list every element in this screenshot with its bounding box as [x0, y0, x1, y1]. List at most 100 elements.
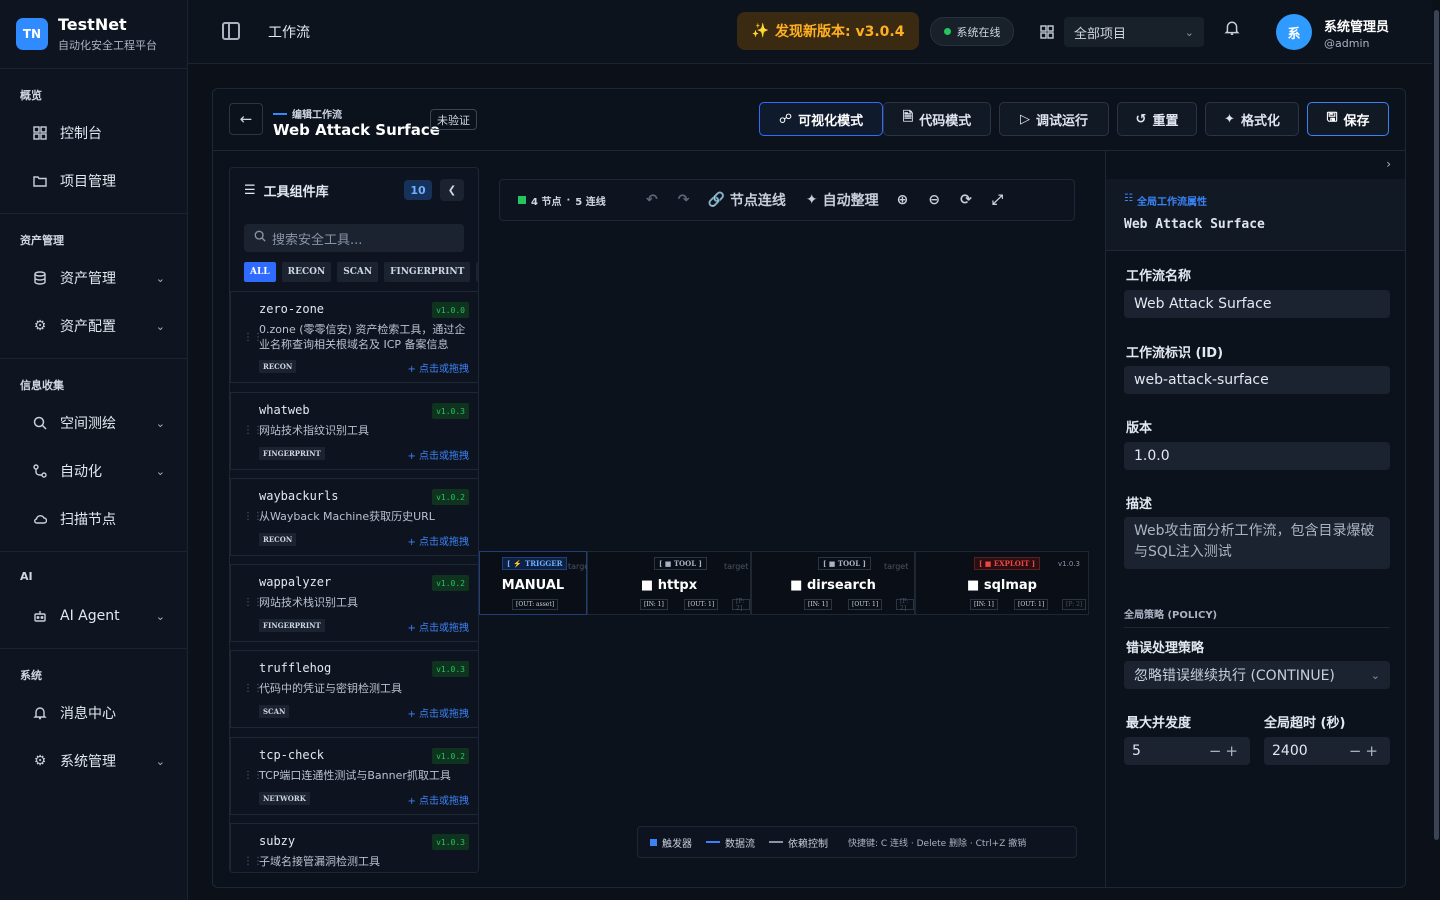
fullscreen-icon[interactable]: ⤢ [992, 192, 1003, 208]
zoom-in-icon[interactable]: ⊕ [897, 192, 909, 208]
reset-button[interactable]: ↺ 重置 [1117, 102, 1197, 136]
node-port-out[interactable]: [OUT: asset] [512, 599, 559, 610]
node-name-text: httpx [657, 578, 698, 593]
node-port-in[interactable]: [IN: 1] [970, 599, 998, 610]
drag-handle-icon[interactable]: ⋮⋮ [243, 856, 263, 867]
code-mode-button[interactable]: 🗎 代码模式 [883, 102, 991, 136]
node-port-param[interactable]: [P: 2] [1062, 599, 1087, 610]
visual-mode-button[interactable]: ☍ 可视化模式 [759, 102, 883, 136]
tab-scan[interactable]: SCAN [337, 262, 379, 282]
debug-run-button[interactable]: ▷ 调试运行 [999, 102, 1109, 136]
tool-add-link[interactable]: + 点击或拖拽 [407, 360, 469, 375]
concurrency-stepper[interactable]: 5 −+ [1124, 737, 1250, 765]
drag-handle-icon[interactable]: ⋮⋮ [243, 597, 263, 608]
tool-add-link[interactable]: + 点击或拖拽 [407, 705, 469, 720]
workflow-node-httpx[interactable]: [ ■ TOOL ] target ■ httpx [IN: 1] [OUT: … [587, 551, 751, 615]
drag-handle-icon[interactable]: ⋮⋮ [243, 770, 263, 781]
page-title: 工作流 [268, 25, 310, 41]
trigger-square-icon [650, 838, 657, 846]
error-policy-select[interactable]: 忽略错误继续执行 (CONTINUE) ⌄ [1124, 661, 1390, 689]
bell-icon[interactable] [1224, 20, 1240, 40]
workflow-node-dirsearch[interactable]: [ ■ TOOL ] target ■ dirsearch [IN: 1] [O… [751, 551, 915, 615]
sidebar-item-projects[interactable]: 项目管理 [0, 157, 187, 205]
tool-count-badge: 10 [404, 180, 432, 200]
policy-section-title: 全局策略 (POLICY) [1124, 606, 1390, 628]
zoom-out-icon[interactable]: ⊖ [928, 192, 940, 208]
tool-description: TCP端口连通性测试与Banner抓取工具 [259, 769, 451, 782]
node-port-param[interactable]: [P: 2] [732, 598, 750, 612]
drag-handle-icon[interactable]: ⋮⋮ [243, 511, 263, 522]
tool-card-whatweb[interactable]: ⋮⋮ whatweb v1.0.3 网站技术指纹识别工具 FINGERPRINT… [230, 392, 478, 470]
tool-card-subzy[interactable]: ⋮⋮ subzy v1.0.3 子域名接管漏洞检测工具 [230, 823, 478, 872]
node-port-in[interactable]: [IN: 1] [804, 599, 832, 610]
tool-add-link[interactable]: + 点击或拖拽 [407, 447, 469, 462]
tool-add-link[interactable]: + 点击或拖拽 [407, 533, 469, 548]
sidebar-item-ai-agent[interactable]: AI Agent ⌄ [0, 592, 187, 640]
version-input[interactable]: 1.0.0 [1124, 442, 1390, 470]
tab-recon[interactable]: RECON [281, 262, 332, 282]
workflow-node-sqlmap[interactable]: [ ■ EXPLOIT ] v1.0.3 ■ sqlmap [IN: 1] [O… [915, 551, 1089, 615]
sidebar-item-automation[interactable]: 自动化 ⌄ [0, 447, 187, 495]
save-button[interactable]: 🖫 保存 [1307, 102, 1389, 136]
folder-icon [32, 173, 48, 189]
user-info[interactable]: 系统管理员 @admin [1324, 16, 1389, 50]
stepper-buttons[interactable]: −+ [1349, 742, 1382, 760]
sidebar-item-system-management[interactable]: ⚙ 系统管理 ⌄ [0, 737, 187, 785]
undo-icon[interactable]: ↶ [646, 192, 658, 208]
node-port-out[interactable]: [OUT: 1] [848, 599, 883, 610]
sidebar-item-asset-config[interactable]: ⚙ 资产配置 ⌄ [0, 302, 187, 350]
timeout-stepper[interactable]: 2400 −+ [1264, 737, 1390, 765]
redo-icon[interactable]: ↷ [678, 192, 690, 208]
brand[interactable]: TN TestNet 自动化安全工程平台 [0, 0, 187, 68]
refresh-icon[interactable]: ⟳ [960, 192, 972, 208]
tab-all[interactable]: ALL [244, 262, 276, 282]
auto-arrange-button[interactable]: ✦ 自动整理 [806, 190, 879, 210]
node-port-param[interactable]: [P: 2] [896, 598, 914, 612]
connect-nodes-button[interactable]: 🔗 节点连线 [707, 190, 785, 210]
node-type-label: TOOL [673, 559, 697, 568]
tool-card-waybackurls[interactable]: ⋮⋮ waybackurls v1.0.2 从Wayback Machine获取… [230, 478, 478, 556]
project-selector[interactable]: 全部项目 ⌄ [1030, 16, 1204, 48]
tool-add-link[interactable]: + 点击或拖拽 [407, 792, 469, 807]
update-button[interactable]: ✨ 发现新版本: v3.0.4 [737, 12, 919, 50]
sidebar-item-dashboard[interactable]: 控制台 [0, 109, 187, 157]
description-textarea[interactable]: Web攻击面分析工作流，包含目录爆破与SQL注入测试 [1124, 517, 1390, 569]
sidebar-item-space-mapping[interactable]: 空间测绘 ⌄ [0, 399, 187, 447]
tool-version-badge: v1.0.2 [432, 489, 469, 505]
workflow-name-input[interactable]: Web Attack Surface [1124, 290, 1390, 318]
drag-handle-icon[interactable]: ⋮⋮ [243, 683, 263, 694]
stepper-buttons[interactable]: −+ [1209, 742, 1242, 760]
node-ghost-label: target [884, 562, 909, 571]
sidebar-item-scan-nodes[interactable]: 扫描节点 [0, 495, 187, 543]
page-scrollbar[interactable] [1432, 0, 1440, 900]
tool-search-input[interactable]: 搜索安全工具... [244, 224, 464, 252]
project-select[interactable]: 全部项目 ⌄ [1064, 17, 1204, 47]
tool-card-trufflehog[interactable]: ⋮⋮ trufflehog v1.0.3 代码中的凭证与密钥检测工具 SCAN … [230, 650, 478, 728]
node-port-out[interactable]: [OUT: 1] [684, 599, 719, 610]
node-port-in[interactable]: [IN: 1] [640, 599, 668, 610]
collapse-library-button[interactable]: ❮ [440, 179, 464, 201]
workflow-canvas[interactable]: 4 节点 · 5 连线 ↶ ↷ 🔗 节点连线 ✦ 自动整理 ⊕ ⊖ ⟳ ⤢ [ ⚡ T… [479, 151, 1105, 887]
scrollbar-thumb[interactable] [1434, 10, 1439, 840]
tool-add-link[interactable]: + 点击或拖拽 [407, 619, 469, 634]
bell-icon [32, 705, 48, 721]
back-button[interactable]: ← [229, 103, 263, 135]
avatar[interactable]: 系 [1276, 14, 1312, 50]
sidebar-item-messages[interactable]: 消息中心 [0, 689, 187, 737]
online-dot-icon [943, 28, 951, 35]
drag-handle-icon[interactable]: ⋮⋮ [243, 425, 263, 436]
tool-card-wappalyzer[interactable]: ⋮⋮ wappalyzer v1.0.2 网站技术栈识别工具 FINGERPRI… [230, 564, 478, 642]
cloud-icon [32, 511, 48, 527]
drag-handle-icon[interactable]: ⋮⋮ [243, 332, 263, 343]
workflow-id-input[interactable]: web-attack-surface [1124, 366, 1390, 394]
chevron-right-icon[interactable]: › [1386, 157, 1391, 171]
tool-card-zero-zone[interactable]: ⋮⋮ zero-zone v1.0.0 0.zone (零零信安) 资产检索工具… [230, 291, 478, 383]
sidebar-toggle-icon[interactable] [222, 22, 240, 40]
tool-card-tcp-check[interactable]: ⋮⋮ tcp-check v1.0.2 TCP端口连通性测试与Banner抓取工… [230, 737, 478, 815]
sidebar-item-asset-management[interactable]: 资产管理 ⌄ [0, 254, 187, 302]
format-button[interactable]: ✦ 格式化 [1205, 102, 1299, 136]
node-port-out[interactable]: [OUT: 1] [1014, 599, 1049, 610]
tool-description: 0.zone (零零信安) 资产检索工具，通过企业名称查询相关根域名及 ICP … [259, 323, 466, 351]
workflow-node-trigger[interactable]: [ ⚡ TRIGGER target MANUAL [OUT: asset] [479, 551, 592, 615]
tab-fingerprint[interactable]: FINGERPRINT [384, 262, 471, 282]
